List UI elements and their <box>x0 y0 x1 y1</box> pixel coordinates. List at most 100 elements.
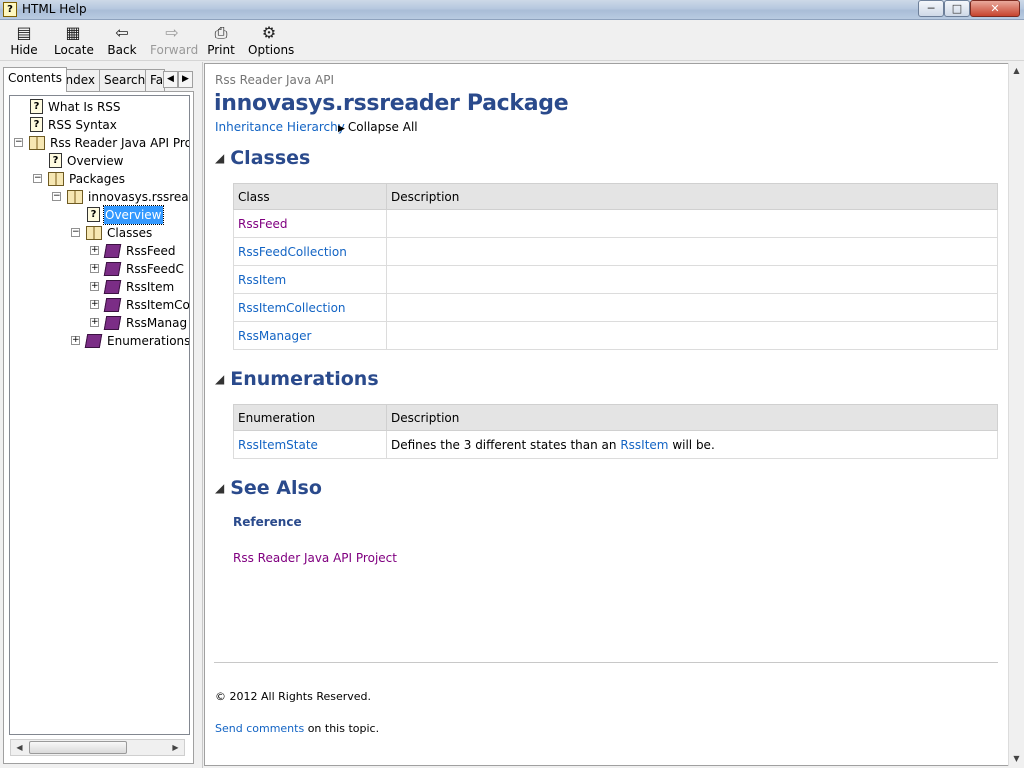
class-description <box>386 265 998 294</box>
content-vertical-scrollbar[interactable]: ▲ ▼ <box>1008 63 1024 766</box>
table-row: RssItemCollection <box>233 293 998 322</box>
class-link-rssfeedcollection[interactable]: RssFeedCollection <box>238 245 347 259</box>
contents-panel: ? What Is RSS ? RSS Syntax − Rss Reader … <box>3 91 194 764</box>
tab-scroll-arrows: ◀ ▶ <box>163 71 193 88</box>
contents-tree[interactable]: ? What Is RSS ? RSS Syntax − Rss Reader … <box>9 95 190 735</box>
enum-link-rssitemstate[interactable]: RssItemState <box>238 438 318 452</box>
class-link-rssmanager[interactable]: RssManager <box>238 329 311 343</box>
tree-label-selected: Overview <box>103 205 164 225</box>
table-row: RssFeed <box>233 209 998 238</box>
closed-book-icon <box>84 334 103 348</box>
reference-heading: Reference <box>233 515 302 529</box>
page-title: innovasys.rssreader Package <box>214 91 569 116</box>
tab-scroll-left-button[interactable]: ◀ <box>163 71 178 88</box>
table-row: RssItemState Defines the 3 different sta… <box>233 430 998 459</box>
forward-arrow-icon: ⇨ <box>165 23 179 42</box>
forward-button[interactable]: ⇨ Forward <box>150 23 198 59</box>
help-page-icon: ? <box>30 99 43 114</box>
tree-label: Rss Reader Java API Pro <box>50 136 190 150</box>
topic-content: Rss Reader Java API innovasys.rssreader … <box>204 63 1010 766</box>
tree-label: What Is RSS <box>48 100 121 114</box>
tree-label: Overview <box>67 154 124 168</box>
locate-icon: ▦ <box>65 23 81 42</box>
tab-scroll-right-button[interactable]: ▶ <box>178 71 193 88</box>
scroll-up-arrow-icon[interactable]: ▲ <box>1009 63 1024 78</box>
expand-icon[interactable]: + <box>90 300 99 309</box>
classes-heading-label: Classes <box>230 147 311 169</box>
api-name-label: Rss Reader Java API <box>215 73 335 87</box>
collapse-icon[interactable]: − <box>14 138 23 147</box>
column-header: Enumeration <box>233 404 387 431</box>
collapse-icon[interactable]: − <box>33 174 42 183</box>
section-collapse-icon: ◢ <box>215 151 225 165</box>
enumerations-table: Enumeration Description RssItemState Def… <box>233 404 998 459</box>
rssitem-inline-link[interactable]: RssItem <box>620 438 668 452</box>
title-bar[interactable]: ? HTML Help ─ □ ✕ <box>0 0 1024 20</box>
window-title: HTML Help <box>22 2 87 16</box>
class-link-rssitem[interactable]: RssItem <box>238 273 286 287</box>
description-text: will be. <box>672 437 715 452</box>
tree-label: RSS Syntax <box>48 118 117 132</box>
print-button[interactable]: ⎙ Print <box>207 23 235 59</box>
scrollbar-thumb[interactable] <box>29 741 127 754</box>
section-collapse-icon: ◢ <box>215 372 225 386</box>
scroll-right-arrow-icon[interactable]: ▶ <box>167 740 184 755</box>
table-row: RssItem <box>233 265 998 294</box>
scroll-down-arrow-icon[interactable]: ▼ <box>1009 751 1024 766</box>
hide-pane-icon: ▤ <box>16 23 32 42</box>
tab-favorites[interactable]: Fa <box>145 69 165 91</box>
collapse-icon[interactable]: − <box>71 228 80 237</box>
locate-button[interactable]: ▦ Locate <box>54 23 94 59</box>
tab-contents[interactable]: Contents <box>3 67 67 92</box>
description-text: Defines the 3 different states than an <box>391 437 617 452</box>
pane-splitter[interactable] <box>197 62 203 768</box>
scroll-left-arrow-icon[interactable]: ◀ <box>11 740 28 755</box>
back-label: Back <box>107 43 137 57</box>
class-link-rssfeed[interactable]: RssFeed <box>238 217 287 231</box>
collapse-icon[interactable]: − <box>52 192 61 201</box>
classes-section-heading[interactable]: ◢ Classes <box>215 147 310 169</box>
see-also-section-heading[interactable]: ◢ See Also <box>215 477 322 499</box>
tree-label: RssFeedC <box>126 262 184 276</box>
options-button[interactable]: ⚙ Options <box>248 23 294 59</box>
collapse-all-label: Collapse All <box>347 120 418 134</box>
maximize-button[interactable]: □ <box>944 0 970 17</box>
expand-icon[interactable]: + <box>90 264 99 273</box>
help-page-icon: ? <box>87 207 100 222</box>
column-header: Description <box>386 183 998 210</box>
options-icon: ⚙ <box>261 23 277 42</box>
class-description <box>386 321 998 350</box>
tab-search-label: Search <box>104 73 146 87</box>
tree-horizontal-scrollbar[interactable]: ◀ ▶ <box>10 739 185 756</box>
tab-favorites-label: Fa <box>150 73 164 87</box>
tree-label: Classes <box>107 226 153 240</box>
expand-icon[interactable]: + <box>90 246 99 255</box>
minimize-button[interactable]: ─ <box>918 0 944 17</box>
feedback-line: Send comments on this topic. <box>215 722 379 735</box>
tab-search[interactable]: Search <box>99 69 151 91</box>
tree-label: RssManag <box>126 316 188 330</box>
navigation-pane: Contents Index Search Fa ◀ ▶ ? What Is R… <box>0 62 197 768</box>
class-description <box>386 209 998 238</box>
expand-icon[interactable]: + <box>71 336 80 345</box>
back-button[interactable]: ⇦ Back <box>106 23 138 59</box>
closed-book-icon <box>103 262 122 276</box>
expand-icon[interactable]: + <box>90 282 99 291</box>
tree-label: RssItemCo <box>126 298 190 312</box>
footer-divider <box>214 662 998 663</box>
expand-icon[interactable]: + <box>90 318 99 327</box>
hide-button[interactable]: ▤ Hide <box>8 23 40 59</box>
send-comments-link[interactable]: Send comments <box>215 722 304 735</box>
printer-icon: ⎙ <box>214 23 228 42</box>
feedback-suffix: on this topic. <box>307 722 380 735</box>
collapse-all-toggle[interactable]: ▶ Collapse All <box>338 120 418 134</box>
tree-label: RssItem <box>126 280 175 294</box>
class-link-rssitemcollection[interactable]: RssItemCollection <box>238 301 346 315</box>
project-link[interactable]: Rss Reader Java API Project <box>233 551 397 565</box>
inheritance-hierarchy-link[interactable]: Inheritance Hierarchy <box>215 120 345 134</box>
column-header: Class <box>233 183 387 210</box>
see-also-heading-label: See Also <box>230 477 322 499</box>
close-button[interactable]: ✕ <box>970 0 1020 17</box>
enumerations-section-heading[interactable]: ◢ Enumerations <box>215 368 379 390</box>
enumerations-heading-label: Enumerations <box>230 368 379 390</box>
